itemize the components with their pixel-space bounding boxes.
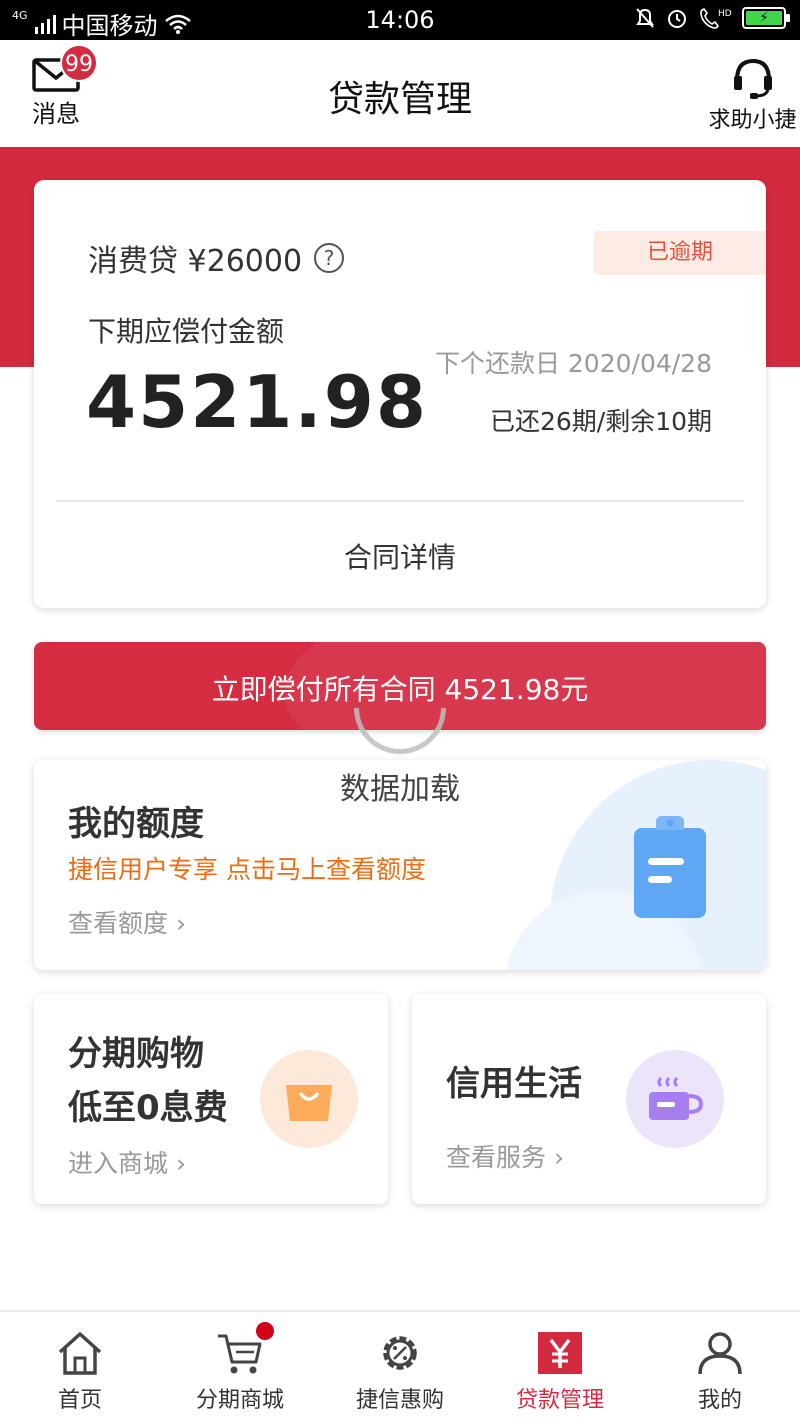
alarm-icon <box>668 10 686 28</box>
next-payment-amount: 4521.98 <box>86 360 428 444</box>
next-payment-label: 下期应偿付金额 <box>88 315 285 348</box>
installment-shopping-card[interactable]: 分期购物 低至0息费 进入商城 › <box>34 994 388 1204</box>
clipboard-icon <box>634 816 706 918</box>
installment-title-1: 分期购物 <box>68 1034 204 1074</box>
svg-text:HD: HD <box>718 9 732 19</box>
tab-jiexin-deals-label: 捷信惠购 <box>355 1388 444 1413</box>
yen-icon <box>538 1332 582 1374</box>
shopping-bag-icon-wrap <box>260 1050 358 1148</box>
tab-jiexin-deals[interactable]: 捷信惠购 <box>320 1312 480 1422</box>
home-icon <box>58 1332 102 1375</box>
hd-call-icon: HD <box>700 7 732 29</box>
discount-gear-icon <box>383 1336 417 1370</box>
loading-text: 数据加载 <box>340 772 460 807</box>
overdue-status-badge: 已逾期 <box>594 231 766 275</box>
help-label: 求助小捷 <box>708 108 797 133</box>
tab-home[interactable]: 首页 <box>0 1312 160 1422</box>
divider <box>56 500 744 502</box>
view-quota-link[interactable]: 查看额度 › <box>68 904 186 940</box>
tab-mine-label: 我的 <box>697 1388 742 1413</box>
loan-type-label: 消费贷 ¥26000 <box>88 244 303 279</box>
loan-card: 消费贷 ¥26000 ? 已逾期 下期应偿付金额 4521.98 下个还款日 2… <box>34 180 766 608</box>
cart-icon <box>218 1334 262 1374</box>
battery-icon: ⚡ <box>742 7 790 29</box>
coffee-cup-icon-wrap <box>626 1050 724 1148</box>
bottom-tab-bar: 首页 分期商城 捷信惠购 贷款管理 我的 <box>0 1310 800 1422</box>
shopping-bag-icon <box>286 1085 332 1121</box>
app-header: 消息 99 贷款管理 求助小捷 <box>0 40 800 147</box>
headset-icon <box>733 58 772 99</box>
tab-home-label: 首页 <box>57 1388 102 1413</box>
contract-details-link[interactable]: 合同详情 <box>34 536 766 576</box>
view-services-link[interactable]: 查看服务 › <box>446 1138 564 1174</box>
help-button[interactable]: 求助小捷 <box>705 56 800 134</box>
tab-installment-mall-label: 分期商城 <box>195 1388 284 1413</box>
coffee-cup-icon <box>649 1076 703 1120</box>
page-title: 贷款管理 <box>327 79 472 120</box>
question-icon[interactable]: ? <box>314 243 345 273</box>
mute-bell-icon <box>636 8 654 28</box>
quota-subtitle: 捷信用户专享 点击马上查看额度 <box>68 855 426 884</box>
tab-mine[interactable]: 我的 <box>640 1312 800 1422</box>
status-right: HD ⚡ <box>634 6 790 30</box>
tab-loan-management[interactable]: 贷款管理 <box>480 1312 640 1422</box>
next-due-date: 下个还款日 2020/04/28 <box>434 349 712 378</box>
credit-life-card[interactable]: 信用生活 查看服务 › <box>412 994 766 1204</box>
person-icon <box>698 1332 742 1375</box>
new-indicator-dot <box>256 1322 274 1340</box>
installment-title-2: 低至0息费 <box>68 1088 228 1128</box>
enter-mall-link[interactable]: 进入商城 › <box>68 1144 186 1180</box>
status-bar: 4G 中国移动 14:06 HD ⚡ <box>0 0 800 40</box>
credit-life-title: 信用生活 <box>446 1064 582 1104</box>
tab-loan-management-label: 贷款管理 <box>515 1388 604 1413</box>
tab-installment-mall[interactable]: 分期商城 <box>160 1312 320 1422</box>
repayment-periods: 已还26期/剩余10期 <box>489 407 712 436</box>
loan-type: 消费贷 ¥26000 ? <box>88 236 345 280</box>
